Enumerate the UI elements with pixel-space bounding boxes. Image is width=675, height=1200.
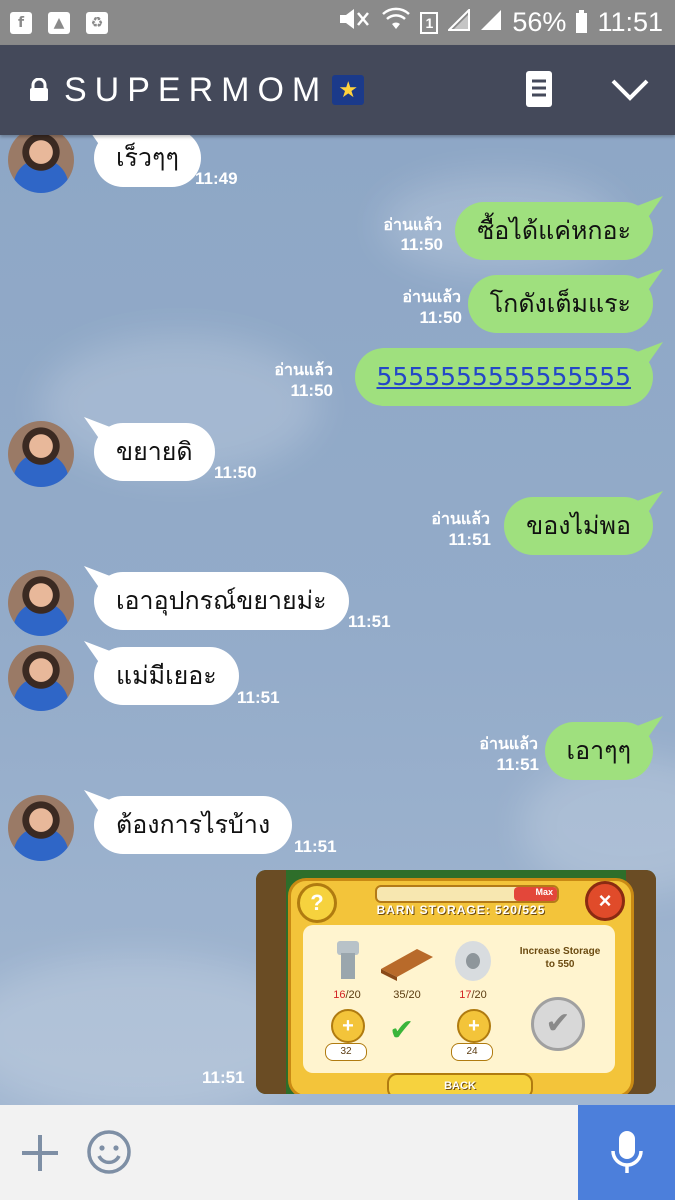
back-button: BACK	[387, 1073, 533, 1094]
duct-tape-icon	[443, 939, 503, 983]
duct-tape-price: 24	[451, 1043, 493, 1061]
plank-count: 35/20	[393, 989, 421, 1001]
message-time: 11:50	[400, 235, 443, 254]
read-receipt: อ่านแล้ว	[274, 360, 333, 379]
bolt-price: 32	[325, 1043, 367, 1061]
image-message[interactable]: Max ? × BARN STORAGE: 520/525 16/20 + 32…	[256, 870, 656, 1094]
emoji-icon[interactable]	[86, 1129, 131, 1174]
confirm-check-icon: ✔	[531, 997, 585, 1051]
max-label: Max	[535, 887, 553, 897]
message-time: 11:51	[237, 688, 280, 707]
recycle-icon: ♻	[86, 11, 108, 34]
message-time: 11:50	[290, 381, 333, 400]
outgoing-message-link[interactable]: 5555555555555555	[354, 348, 653, 406]
plank-icon	[377, 939, 437, 983]
bolt-count: 16/20	[333, 989, 361, 1001]
read-receipt: อ่านแล้ว	[431, 509, 490, 528]
signal-icon-2	[480, 7, 502, 38]
shooting-star-emoji: ★	[332, 75, 365, 105]
lock-icon	[28, 77, 50, 102]
input-bar	[0, 1105, 675, 1200]
help-icon: ?	[297, 883, 337, 923]
message-time: 11:50	[214, 463, 257, 482]
plus-icon: +	[331, 1009, 365, 1043]
avatar[interactable]	[8, 645, 74, 711]
outgoing-message[interactable]: ของไม่พอ	[504, 497, 653, 555]
message-time: 11:51	[348, 612, 391, 631]
barn-storage-title: BARN STORAGE: 520/525	[376, 903, 546, 917]
battery-icon	[576, 9, 588, 33]
clock: 11:51	[597, 7, 663, 37]
storage-bar: Max	[375, 885, 559, 903]
chevron-down-icon[interactable]	[610, 77, 650, 107]
avatar[interactable]	[8, 795, 74, 861]
incoming-message[interactable]: เร็วๆๆ	[94, 135, 201, 187]
message-time: 11:51	[496, 755, 539, 774]
mute-icon	[338, 7, 372, 38]
plus-icon[interactable]	[20, 1133, 60, 1173]
message-time: 11:51	[448, 530, 491, 549]
incoming-message[interactable]: แม่มีเยอะ	[94, 647, 239, 705]
avatar[interactable]	[8, 570, 74, 636]
duct-tape-count: 17/20	[459, 989, 487, 1001]
read-receipt: อ่านแล้ว	[402, 287, 461, 306]
incoming-message[interactable]: เอาอุปกรณ์ขยายม่ะ	[94, 572, 349, 630]
message-time: 11:49	[195, 169, 238, 188]
wifi-icon	[382, 7, 411, 38]
bolt-icon	[317, 939, 377, 983]
sim-slot-badge: 1	[420, 11, 439, 34]
battery-percent: 56%	[512, 7, 567, 37]
incoming-message[interactable]: ขยายดิ	[94, 423, 215, 481]
incoming-message[interactable]: ต้องการไรบ้าง	[94, 796, 293, 854]
notes-icon[interactable]	[524, 69, 554, 113]
facebook-icon: f	[10, 11, 32, 34]
chat-header: SUPERMOM ★	[0, 45, 675, 135]
message-time: 11:50	[419, 308, 462, 327]
outgoing-message[interactable]: เอาๆๆ	[544, 722, 653, 780]
read-receipt: อ่านแล้ว	[479, 734, 538, 753]
status-bar: f ▲ ♻ 1 56% 11:51	[0, 0, 675, 45]
increase-text: Increase Storage to 550	[519, 946, 601, 970]
link-text[interactable]: 5555555555555555	[377, 362, 632, 391]
microphone-icon	[610, 1130, 643, 1173]
microphone-button[interactable]	[578, 1105, 675, 1200]
check-icon: ✔	[389, 1013, 415, 1048]
message-time: 11:51	[202, 1068, 245, 1087]
avatar[interactable]	[8, 135, 74, 193]
chat-title: SUPERMOM	[64, 70, 329, 109]
message-time: 11:51	[294, 837, 337, 856]
gallery-icon: ▲	[48, 11, 70, 34]
items-area: 16/20 + 32 35/20 ✔ 17/20 + 24 Increase S…	[303, 925, 615, 1073]
barn-storage-panel: Max ? × BARN STORAGE: 520/525 16/20 + 32…	[288, 878, 634, 1094]
outgoing-message[interactable]: โกดังเต็มแระ	[467, 275, 653, 333]
chat-area[interactable]: เร็วๆๆ 11:49 อ่านแล้ว 11:50 ซื้อได้แค่หก…	[0, 135, 675, 1105]
close-icon: ×	[585, 881, 625, 921]
plus-icon: +	[457, 1009, 491, 1043]
signal-icon	[448, 7, 471, 38]
outgoing-message[interactable]: ซื้อได้แค่หกอะ	[455, 202, 653, 260]
avatar[interactable]	[8, 421, 74, 487]
